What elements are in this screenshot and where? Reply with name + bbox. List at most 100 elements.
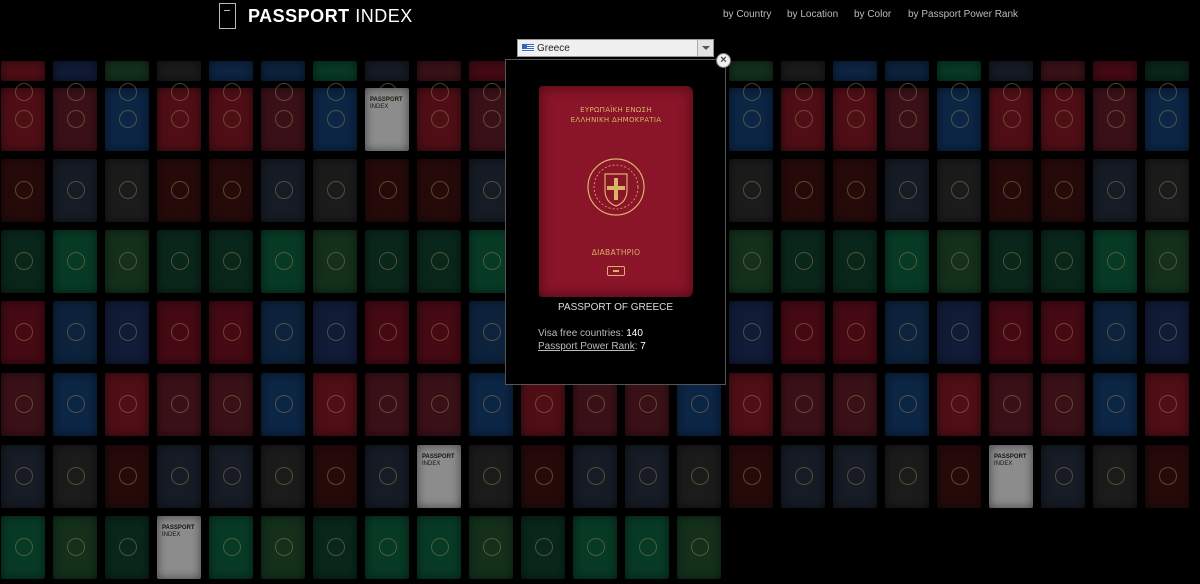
- passport-thumbnail[interactable]: [521, 445, 565, 508]
- passport-thumbnail[interactable]: [833, 301, 877, 364]
- passport-thumbnail[interactable]: [313, 61, 357, 101]
- passport-thumbnail[interactable]: [1145, 445, 1189, 508]
- passport-thumbnail[interactable]: [937, 373, 981, 436]
- passport-thumbnail[interactable]: [625, 516, 669, 579]
- nav-by-color[interactable]: by Color: [854, 9, 891, 20]
- passport-thumbnail[interactable]: [261, 445, 305, 508]
- passport-thumbnail[interactable]: [261, 301, 305, 364]
- passport-thumbnail[interactable]: [209, 230, 253, 293]
- passport-thumbnail[interactable]: [833, 445, 877, 508]
- passport-thumbnail[interactable]: [885, 230, 929, 293]
- passport-thumbnail[interactable]: [313, 301, 357, 364]
- nav-by-power-rank[interactable]: by Passport Power Rank: [908, 9, 1018, 20]
- passport-thumbnail[interactable]: [417, 516, 461, 579]
- passport-thumbnail[interactable]: [313, 516, 357, 579]
- passport-thumbnail[interactable]: [1093, 301, 1137, 364]
- passport-thumbnail[interactable]: [1093, 230, 1137, 293]
- passport-thumbnail[interactable]: [365, 445, 409, 508]
- passport-thumbnail[interactable]: [209, 301, 253, 364]
- passport-thumbnail[interactable]: [1, 61, 45, 101]
- passport-thumbnail[interactable]: [105, 516, 149, 579]
- passport-thumbnail[interactable]: [105, 301, 149, 364]
- passport-thumbnail[interactable]: [1041, 301, 1085, 364]
- passport-thumbnail[interactable]: [989, 159, 1033, 222]
- passport-thumbnail[interactable]: [885, 373, 929, 436]
- power-rank-link[interactable]: Passport Power Rank: [538, 341, 635, 352]
- passport-thumbnail[interactable]: [729, 61, 773, 101]
- passport-thumbnail[interactable]: PASSPORTINDEX: [989, 445, 1033, 508]
- site-logo[interactable]: PASSPORT INDEX: [248, 6, 413, 27]
- passport-thumbnail[interactable]: [1093, 373, 1137, 436]
- passport-thumbnail[interactable]: [937, 61, 981, 101]
- passport-thumbnail[interactable]: [469, 516, 513, 579]
- passport-thumbnail[interactable]: [1145, 230, 1189, 293]
- passport-thumbnail[interactable]: [209, 373, 253, 436]
- passport-thumbnail[interactable]: [417, 230, 461, 293]
- passport-thumbnail[interactable]: [573, 516, 617, 579]
- nav-by-country[interactable]: by Country: [723, 9, 771, 20]
- passport-thumbnail[interactable]: [1, 230, 45, 293]
- passport-thumbnail[interactable]: [1041, 373, 1085, 436]
- passport-thumbnail[interactable]: [417, 373, 461, 436]
- passport-thumbnail[interactable]: [989, 301, 1033, 364]
- passport-thumbnail[interactable]: [1093, 445, 1137, 508]
- passport-thumbnail[interactable]: [885, 445, 929, 508]
- passport-thumbnail[interactable]: [365, 230, 409, 293]
- passport-thumbnail[interactable]: [209, 445, 253, 508]
- passport-thumbnail[interactable]: [157, 445, 201, 508]
- passport-thumbnail[interactable]: [417, 159, 461, 222]
- passport-thumbnail[interactable]: [105, 61, 149, 101]
- passport-thumbnail[interactable]: [1, 159, 45, 222]
- passport-thumbnail[interactable]: [313, 373, 357, 436]
- passport-thumbnail[interactable]: [937, 301, 981, 364]
- passport-thumbnail[interactable]: [365, 516, 409, 579]
- chevron-down-icon[interactable]: [697, 40, 713, 56]
- nav-by-location[interactable]: by Location: [787, 9, 838, 20]
- passport-thumbnail[interactable]: [1145, 61, 1189, 101]
- passport-thumbnail[interactable]: [469, 445, 513, 508]
- passport-thumbnail[interactable]: [677, 516, 721, 579]
- passport-thumbnail[interactable]: [53, 159, 97, 222]
- passport-thumbnail[interactable]: [1041, 445, 1085, 508]
- passport-thumbnail[interactable]: PASSPORTINDEX: [417, 445, 461, 508]
- passport-thumbnail[interactable]: [365, 301, 409, 364]
- passport-thumbnail[interactable]: [1145, 159, 1189, 222]
- passport-thumbnail[interactable]: [417, 301, 461, 364]
- passport-thumbnail[interactable]: [365, 373, 409, 436]
- passport-thumbnail[interactable]: [937, 230, 981, 293]
- passport-thumbnail[interactable]: [833, 159, 877, 222]
- passport-thumbnail[interactable]: [677, 445, 721, 508]
- passport-thumbnail[interactable]: [157, 230, 201, 293]
- passport-thumbnail[interactable]: [937, 445, 981, 508]
- passport-thumbnail[interactable]: [781, 230, 825, 293]
- passport-thumbnail[interactable]: [781, 445, 825, 508]
- passport-thumbnail[interactable]: [833, 61, 877, 101]
- passport-thumbnail[interactable]: [1145, 373, 1189, 436]
- close-popup-button[interactable]: ×: [716, 53, 731, 68]
- passport-thumbnail[interactable]: [105, 373, 149, 436]
- passport-thumbnail[interactable]: [53, 301, 97, 364]
- passport-thumbnail[interactable]: [157, 373, 201, 436]
- passport-thumbnail[interactable]: [833, 230, 877, 293]
- passport-thumbnail[interactable]: [313, 445, 357, 508]
- passport-thumbnail[interactable]: [261, 61, 305, 101]
- passport-thumbnail[interactable]: [625, 445, 669, 508]
- passport-thumbnail[interactable]: [989, 61, 1033, 101]
- passport-thumbnail[interactable]: [1093, 61, 1137, 101]
- passport-thumbnail[interactable]: [261, 159, 305, 222]
- passport-thumbnail[interactable]: [521, 516, 565, 579]
- passport-thumbnail[interactable]: [105, 445, 149, 508]
- passport-thumbnail[interactable]: [989, 373, 1033, 436]
- passport-thumbnail[interactable]: [105, 230, 149, 293]
- passport-thumbnail[interactable]: [1, 373, 45, 436]
- passport-thumbnail[interactable]: [781, 373, 825, 436]
- passport-thumbnail[interactable]: [365, 159, 409, 222]
- passport-thumbnail[interactable]: [313, 230, 357, 293]
- passport-thumbnail[interactable]: [417, 61, 461, 101]
- passport-thumbnail[interactable]: [209, 159, 253, 222]
- passport-thumbnail[interactable]: [729, 230, 773, 293]
- passport-thumbnail[interactable]: [157, 159, 201, 222]
- passport-thumbnail[interactable]: [989, 230, 1033, 293]
- passport-thumbnail[interactable]: [1145, 301, 1189, 364]
- passport-thumbnail[interactable]: [729, 445, 773, 508]
